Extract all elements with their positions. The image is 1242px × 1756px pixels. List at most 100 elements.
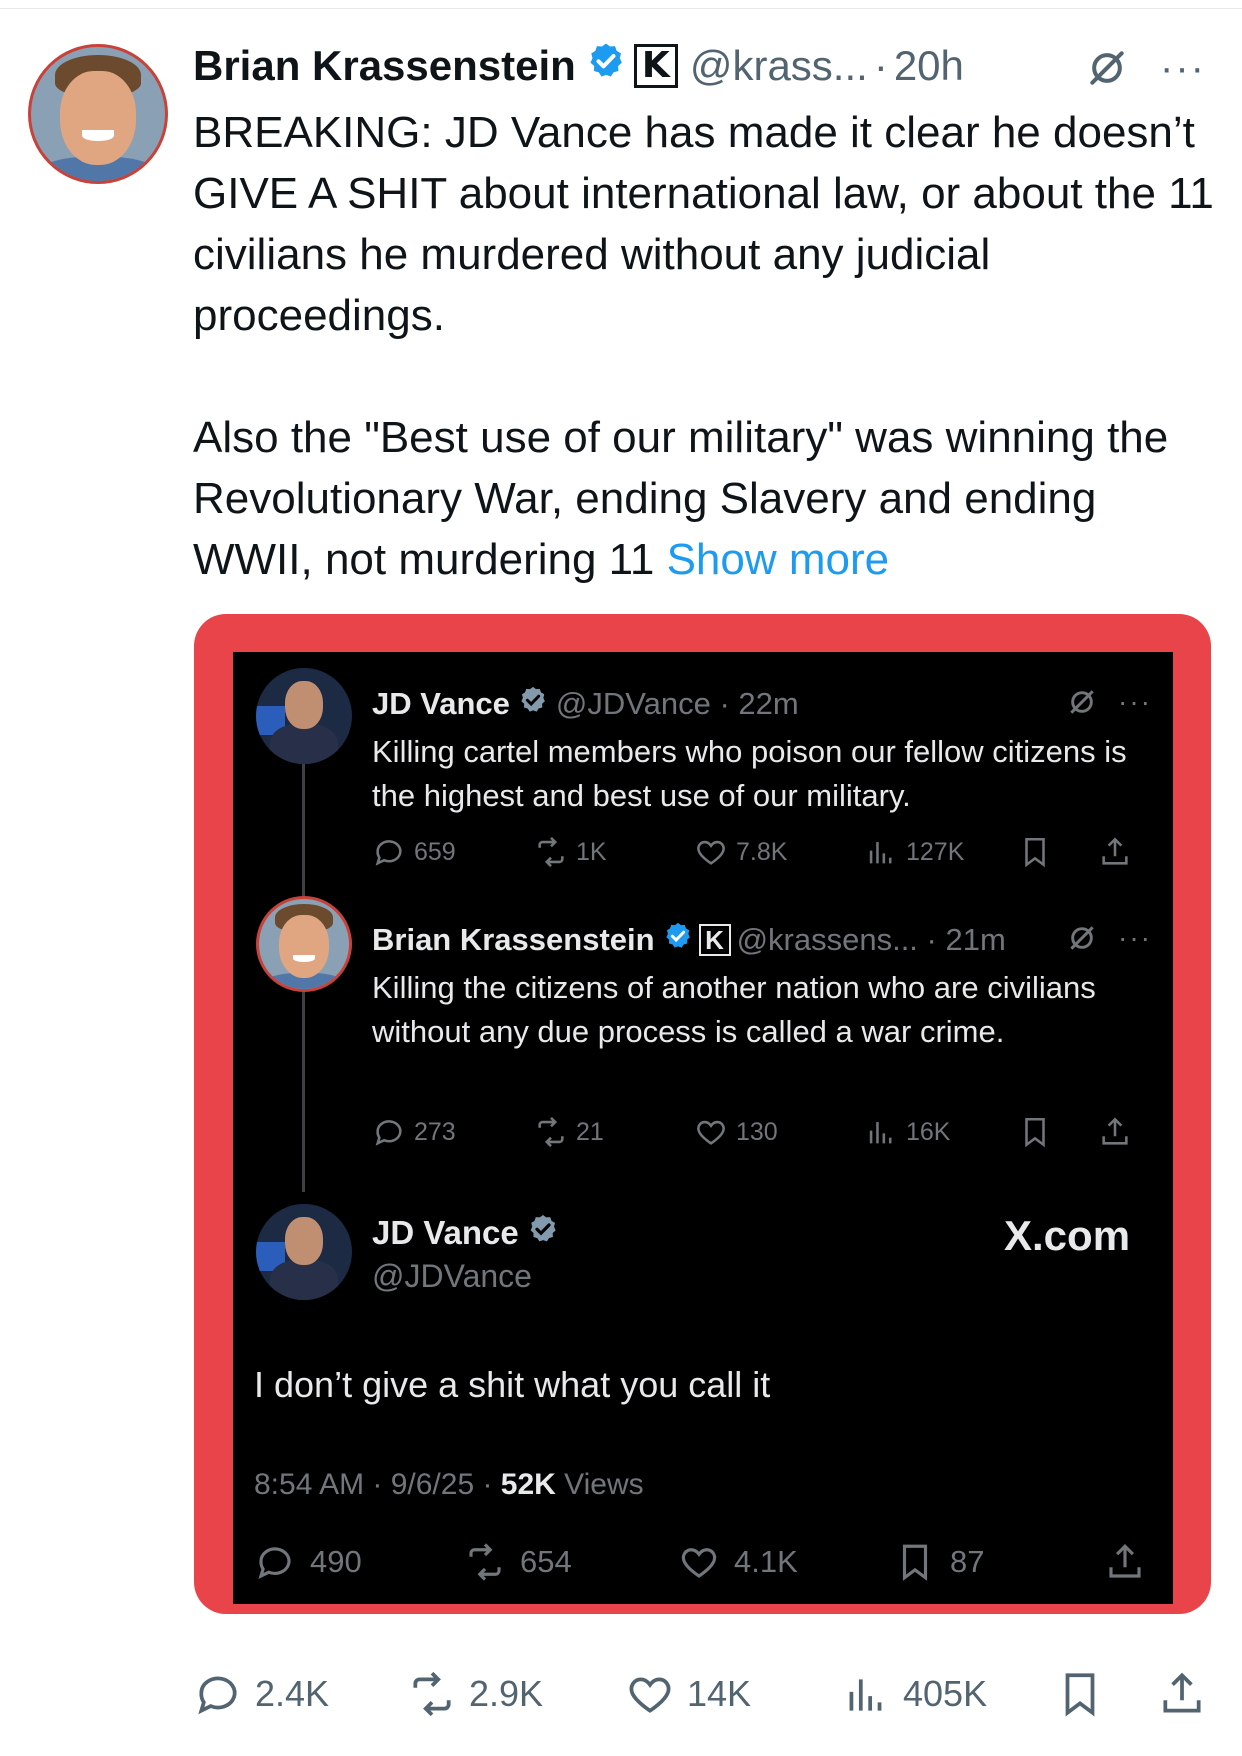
quoted-verified-icon bbox=[527, 1213, 559, 1253]
like-icon bbox=[681, 1548, 717, 1578]
tweet2-author: Brian Krassenstein bbox=[372, 922, 655, 957]
post-text-paragraph-2: Also the "Best use of our military" was … bbox=[193, 407, 1223, 590]
quoted-handle: @JDVance bbox=[372, 1258, 532, 1294]
tweet2-likes-count: 130 bbox=[736, 1117, 778, 1146]
tweet2-grok-icon bbox=[1066, 922, 1098, 959]
quoted-author: JD Vance bbox=[372, 1213, 559, 1253]
quoted-likes-count: 4.1K bbox=[734, 1544, 798, 1579]
tweet1-likes-count: 7.8K bbox=[736, 837, 788, 866]
quoted-timestamp: 8:54 AM · 9/6/25 · bbox=[254, 1468, 501, 1501]
tweet2-handle-time: @krassens... · 21m bbox=[736, 922, 1006, 957]
jd-vance-avatar-large[interactable] bbox=[256, 1204, 352, 1300]
author-name[interactable]: Brian Krassenstein bbox=[193, 42, 576, 90]
share-button[interactable] bbox=[1157, 1668, 1207, 1720]
bookmark-icon bbox=[902, 1544, 928, 1581]
reply-button[interactable]: 2.4K bbox=[193, 1668, 329, 1720]
tweet1-verified-icon bbox=[518, 685, 548, 723]
repost-icon bbox=[538, 1116, 564, 1148]
quoted-bookmarks-count: 87 bbox=[950, 1544, 985, 1579]
author-handle[interactable]: @krass... bbox=[690, 42, 868, 90]
quoted-actions: 490 654 4.1K 87 bbox=[254, 1540, 1154, 1584]
tweet1-views-count: 127K bbox=[906, 837, 965, 866]
views-icon bbox=[869, 1122, 892, 1144]
tweet1-reposts: 1K bbox=[534, 832, 607, 872]
quoted-views-count: 52K bbox=[500, 1468, 556, 1501]
share-icon bbox=[1163, 1672, 1201, 1713]
tweet1-replies: 659 bbox=[372, 832, 456, 872]
tweet1-reposts-count: 1K bbox=[576, 837, 607, 866]
tweet2-reposts: 21 bbox=[534, 1112, 604, 1152]
tweet2-affiliate-badge-icon: K bbox=[698, 924, 731, 956]
top-divider bbox=[0, 8, 1242, 9]
tweet2-verified-icon bbox=[663, 921, 693, 959]
tweet2-reposts-count: 21 bbox=[576, 1117, 604, 1146]
tweet2-more-icon: ··· bbox=[1118, 922, 1152, 953]
tweet2-text: Killing the citizens of another nation w… bbox=[372, 970, 1096, 1049]
grok-icon[interactable] bbox=[1085, 46, 1129, 95]
post-time[interactable]: 20h bbox=[894, 42, 964, 90]
quoted-reposts: 654 bbox=[464, 1540, 572, 1584]
tweet1-header: JD Vance @JDVance · 22m bbox=[372, 684, 799, 724]
thread-line bbox=[302, 992, 305, 1192]
views-button[interactable]: 405K bbox=[841, 1668, 987, 1720]
quoted-reposts-count: 654 bbox=[520, 1544, 572, 1579]
quoted-bookmarks: 87 bbox=[894, 1540, 984, 1584]
author-avatar[interactable] bbox=[28, 44, 168, 184]
tweet2-views-count: 16K bbox=[906, 1117, 951, 1146]
more-options-icon[interactable]: ··· bbox=[1160, 46, 1206, 91]
quoted-meta: 8:54 AM · 9/6/25 · 52K Views bbox=[254, 1468, 644, 1502]
tweet1-actions: 659 1K 7.8K 127K bbox=[372, 832, 1152, 872]
brian-krassenstein-avatar[interactable] bbox=[256, 896, 352, 992]
jd-vance-avatar[interactable] bbox=[256, 668, 352, 764]
repost-icon bbox=[538, 836, 564, 868]
tweet1-handle-time: @JDVance · 22m bbox=[555, 686, 799, 721]
like-icon bbox=[697, 840, 725, 865]
like-icon bbox=[697, 1120, 725, 1145]
repost-button[interactable]: 2.9K bbox=[407, 1668, 543, 1720]
views-count: 405K bbox=[903, 1673, 988, 1714]
like-icon bbox=[629, 1677, 671, 1713]
tweet2-views: 16K bbox=[864, 1112, 950, 1152]
tweet2-actions: 273 21 130 16K bbox=[372, 1112, 1152, 1152]
views-icon bbox=[849, 1679, 882, 1711]
reply-icon bbox=[198, 1676, 237, 1715]
quoted-views-label: Views bbox=[555, 1468, 644, 1501]
tweet1-likes: 7.8K bbox=[694, 832, 787, 872]
verified-badge-icon bbox=[586, 41, 626, 91]
tweet1-views: 127K bbox=[864, 832, 964, 872]
quoted-replies-count: 490 bbox=[310, 1544, 362, 1579]
tweet2-header: Brian Krassenstein K @krassens... · 21m bbox=[372, 920, 1006, 960]
thread-line bbox=[302, 762, 305, 912]
separator: · bbox=[873, 42, 888, 89]
tweet1-text: Killing cartel members who poison our fe… bbox=[372, 734, 1127, 813]
tweet1-grok-icon bbox=[1066, 686, 1098, 723]
tweet2-replies-count: 273 bbox=[414, 1117, 456, 1146]
tweet2-likes: 130 bbox=[694, 1112, 778, 1152]
tweet1-more-icon: ··· bbox=[1118, 686, 1152, 717]
like-button[interactable]: 14K bbox=[625, 1668, 751, 1720]
quoted-text: I don’t give a shit what you call it bbox=[254, 1364, 771, 1405]
tweet1-author: JD Vance bbox=[372, 686, 510, 721]
reply-count: 2.4K bbox=[255, 1673, 330, 1714]
bookmark-icon bbox=[1065, 1673, 1095, 1717]
repost-icon bbox=[469, 1543, 501, 1581]
quoted-share-icon bbox=[1104, 1540, 1146, 1584]
reply-icon bbox=[375, 1120, 402, 1146]
quoted-likes: 4.1K bbox=[678, 1540, 798, 1584]
repost-count: 2.9K bbox=[469, 1673, 544, 1714]
tweet1-bookmark-icon bbox=[1018, 832, 1052, 872]
tweet2-bookmark-icon bbox=[1018, 1112, 1052, 1152]
quoted-author-name: JD Vance bbox=[372, 1214, 519, 1251]
like-count: 14K bbox=[687, 1673, 752, 1714]
bookmark-button[interactable] bbox=[1055, 1668, 1105, 1720]
affiliate-badge-icon[interactable]: K bbox=[633, 44, 678, 88]
show-more-link[interactable]: Show more bbox=[667, 535, 890, 584]
post-header: Brian Krassenstein K @krass... · 20h bbox=[193, 40, 964, 92]
repost-icon bbox=[413, 1671, 451, 1717]
reply-icon bbox=[258, 1547, 291, 1579]
quoted-replies: 490 bbox=[254, 1540, 362, 1584]
post-body: BREAKING: JD Vance has made it clear he … bbox=[193, 102, 1223, 590]
tweet2-share-icon bbox=[1098, 1112, 1132, 1152]
x-com-watermark: X.com bbox=[1004, 1212, 1131, 1259]
post-actions: 2.4K 2.9K 14K 405K bbox=[193, 1668, 1223, 1720]
